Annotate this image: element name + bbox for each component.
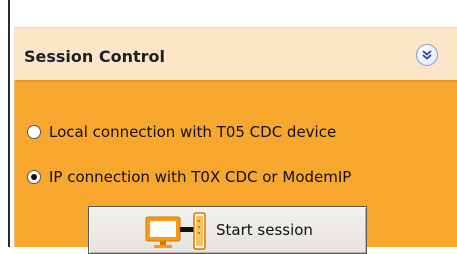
local-connection-option[interactable]: Local connection with T05 CDC device — [27, 121, 336, 143]
start-session-label: Start session — [216, 221, 313, 239]
double-chevron-down-icon — [422, 50, 432, 60]
collapse-button[interactable] — [416, 44, 438, 66]
panel-header: Session Control — [14, 27, 457, 80]
ip-connection-option[interactable]: IP connection with T0X CDC or ModemIP — [27, 166, 351, 188]
computer-to-device-connection-icon — [145, 212, 206, 250]
panel-title: Session Control — [24, 47, 165, 66]
ip-connection-radio[interactable] — [27, 170, 41, 184]
local-connection-radio[interactable] — [27, 125, 41, 139]
window-left-border — [8, 0, 10, 247]
local-connection-label: Local connection with T05 CDC device — [49, 123, 337, 141]
ip-connection-label: IP connection with T0X CDC or ModemIP — [49, 168, 352, 186]
session-control-panel: Session Control Local connection with T0… — [14, 27, 457, 254]
panel-body: Local connection with T05 CDC device IP … — [14, 80, 457, 254]
